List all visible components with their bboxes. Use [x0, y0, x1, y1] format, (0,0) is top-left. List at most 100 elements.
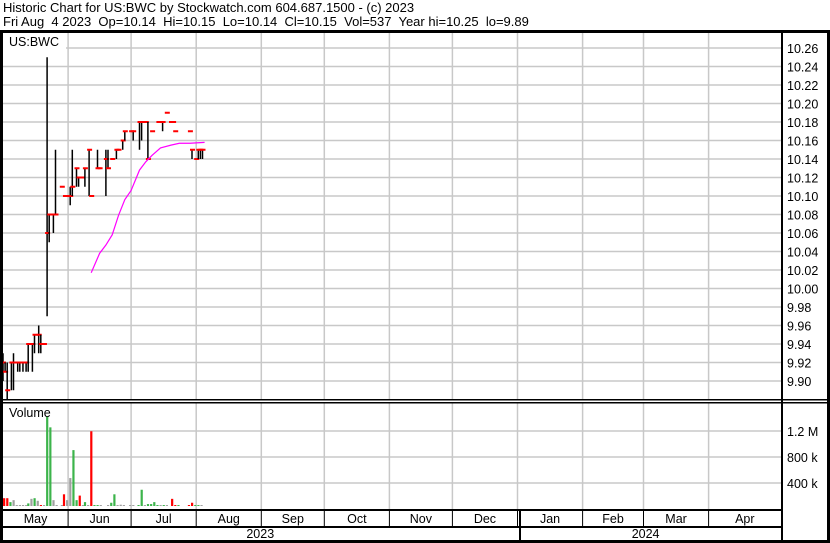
- volume-bar: [200, 505, 203, 506]
- month-label: Apr: [735, 512, 754, 526]
- volume-bar: [62, 494, 66, 506]
- price-bar-close: [122, 130, 128, 133]
- year-label: 2023: [246, 527, 274, 541]
- month-label: Jun: [90, 512, 110, 526]
- volume-bar: [27, 503, 30, 506]
- volume-bar: [174, 505, 177, 506]
- price-tick-label: 10.08: [787, 209, 818, 223]
- price-bar-close: [79, 176, 85, 179]
- price-tick-label: 10.22: [787, 79, 818, 93]
- volume-tick-label: 1.2 M: [787, 425, 818, 439]
- volume-bar: [187, 505, 191, 506]
- price-tick-label: 10.14: [787, 153, 818, 167]
- price-bar-close: [190, 148, 195, 151]
- price-bar-close: [5, 389, 11, 392]
- price-tick-label: 9.96: [787, 320, 811, 334]
- price-tick-label: 10.26: [787, 42, 818, 56]
- price-tick-label: 10.10: [787, 190, 818, 204]
- volume-bar: [42, 505, 46, 506]
- price-bar-close: [171, 121, 177, 123]
- volume-bar: [83, 502, 87, 506]
- price-bar-close: [41, 343, 47, 345]
- volume-bar: [33, 498, 36, 506]
- volume-bar: [197, 505, 200, 506]
- volume-bar: [49, 427, 52, 506]
- volume-bar: [81, 505, 84, 506]
- year-label: 2024: [632, 527, 660, 541]
- volume-bar: [113, 494, 116, 506]
- volume-bar: [177, 505, 180, 506]
- price-bar-close: [87, 148, 93, 151]
- volume-bar: [171, 498, 174, 506]
- month-label: Oct: [347, 512, 367, 526]
- volume-bar: [72, 450, 75, 506]
- price-bar-close: [97, 167, 103, 170]
- volume-bar: [90, 431, 93, 506]
- price-tick-label: 10.04: [787, 246, 818, 260]
- volume-bar: [6, 498, 9, 506]
- price-tick-label: 10.20: [787, 98, 818, 112]
- volume-bar: [140, 489, 143, 506]
- volume-bar: [191, 502, 194, 506]
- month-label: May: [24, 512, 48, 526]
- volume-tick-label: 400 k: [787, 477, 818, 491]
- month-label: Jan: [540, 512, 560, 526]
- price-bar-close: [89, 195, 95, 197]
- price-bar-close: [70, 185, 76, 188]
- price-tick-label: 9.98: [787, 301, 811, 315]
- price-tick-label: 10.18: [787, 116, 818, 130]
- volume-bar: [12, 500, 15, 506]
- volume-bar: [66, 500, 69, 506]
- month-label: Mar: [665, 512, 687, 526]
- volume-bar: [25, 505, 28, 506]
- price-bar-close: [164, 111, 170, 114]
- month-label: Nov: [410, 512, 433, 526]
- volume-bar: [18, 505, 21, 506]
- volume-bar: [93, 505, 96, 506]
- price-bar-close: [59, 185, 65, 188]
- volume-bar: [36, 500, 39, 506]
- volume-bar: [132, 505, 135, 506]
- price-bar-close: [131, 130, 137, 133]
- price-bar-close: [187, 130, 193, 133]
- volume-bar: [137, 505, 140, 506]
- volume-bar: [107, 505, 110, 506]
- month-label: Sep: [282, 512, 304, 526]
- volume-bar: [78, 495, 81, 506]
- volume-bar: [143, 505, 146, 506]
- volume-bar: [122, 505, 125, 506]
- price-bar-close: [200, 148, 206, 151]
- stock-chart: US:BWC Volume 10.2610.2410.2210.2010.181…: [0, 30, 830, 543]
- volume-bars: [0, 416, 203, 506]
- price-bar-close: [116, 148, 122, 151]
- volume-bar: [96, 505, 99, 506]
- axis-labels: 10.26 10.24 10.22 10.20 10.18 10.16 10.14 10.12…: [24, 42, 819, 541]
- volume-bar: [150, 504, 153, 506]
- volume-bar: [9, 502, 12, 506]
- volume-bar: [165, 505, 168, 506]
- price-tick-label: 10.12: [787, 172, 818, 186]
- price-bar-close: [160, 121, 166, 123]
- price-tick-label: 10.00: [787, 283, 818, 297]
- price-tick-label: 9.90: [787, 375, 811, 389]
- chart-frame: [0, 30, 830, 543]
- volume-bar: [69, 478, 72, 506]
- month-label: Dec: [474, 512, 496, 526]
- month-label: Aug: [218, 512, 240, 526]
- symbol-label: US:BWC: [9, 35, 59, 49]
- volume-bar: [55, 505, 58, 506]
- price-bar-close: [173, 130, 179, 133]
- volume-bar: [39, 505, 42, 506]
- price-bar-close: [74, 167, 80, 170]
- volume-bar: [46, 416, 49, 506]
- volume-bar: [3, 498, 6, 506]
- price-bar-close: [150, 130, 156, 133]
- grid-lines: [3, 33, 781, 526]
- volume-tick-label: 800 k: [787, 451, 818, 465]
- price-bars: [1, 57, 206, 400]
- price-tick-label: 9.92: [787, 357, 811, 371]
- volume-bar: [99, 505, 102, 506]
- month-label: Feb: [602, 512, 624, 526]
- price-bar-close: [106, 167, 111, 170]
- volume-bar: [159, 505, 162, 506]
